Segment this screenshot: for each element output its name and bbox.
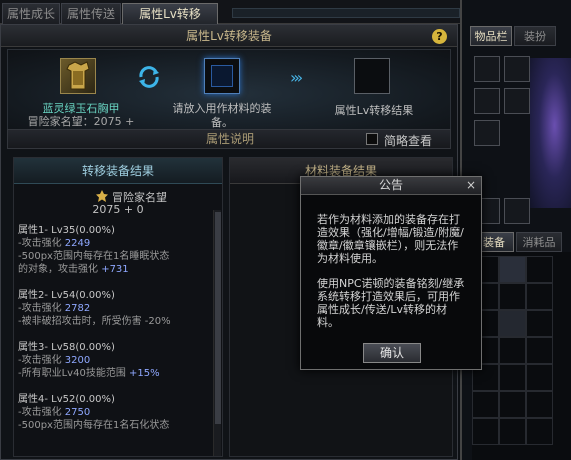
equip-slot-accessory[interactable] bbox=[504, 198, 530, 224]
equip-slot-bottom[interactable] bbox=[504, 88, 530, 114]
attribute-head: 属性1- Lv35(0.00%) bbox=[18, 225, 115, 236]
attribute-block: 属性4- Lv52(0.00%) -攻击强化 2750 -500px范围内每存在… bbox=[18, 393, 210, 432]
attribute-line: -攻击强化 3200 bbox=[18, 355, 91, 366]
result-scrollbar[interactable] bbox=[213, 210, 221, 456]
inventory-cell[interactable] bbox=[499, 283, 526, 310]
tab-bar: 属性成长 属性传送 属性Lv转移 bbox=[0, 0, 460, 24]
dialog-body: 若作为材料添加的装备存在打造效果（强化/增幅/锻造/附魔/徽章/徽章镶嵌栏），则… bbox=[317, 213, 469, 341]
inventory-cell[interactable] bbox=[499, 337, 526, 364]
inventory-cell[interactable] bbox=[526, 283, 553, 310]
inventory-cell[interactable] bbox=[499, 364, 526, 391]
fame-value: 2075 + 0 bbox=[92, 203, 144, 216]
result-slot bbox=[354, 58, 390, 94]
equip-slot-weapon[interactable] bbox=[474, 56, 500, 82]
attribute-list: 属性1- Lv35(0.00%) -攻击强化 2249 -500px范围内每存在… bbox=[18, 224, 210, 445]
arrow-right-icon: ››› bbox=[290, 68, 303, 87]
attribute-line: 的对象，攻击强化 +731 bbox=[18, 264, 129, 275]
attribute-head: 属性2- Lv54(0.00%) bbox=[18, 290, 115, 301]
material-hint: 请放入用作材料的装备。 bbox=[172, 102, 272, 129]
transfer-swirl-icon bbox=[139, 66, 159, 88]
dialog-title: 公告 bbox=[301, 177, 481, 195]
chest-armor-icon bbox=[66, 61, 90, 90]
material-slot-inner bbox=[211, 65, 233, 87]
attribute-line: -所有职业Lv40技能范围 +15% bbox=[18, 368, 160, 379]
brief-view-checkbox[interactable] bbox=[366, 133, 378, 145]
tab-inventory[interactable]: 物品栏 bbox=[470, 26, 512, 46]
close-icon[interactable]: × bbox=[465, 177, 477, 194]
top-decor-strip bbox=[232, 8, 460, 18]
equipment-slot[interactable] bbox=[60, 58, 96, 94]
dialog-paragraph: 若作为材料添加的装备存在打造效果（强化/增幅/锻造/附魔/徽章/徽章镶嵌栏），则… bbox=[317, 213, 464, 265]
attribute-line: -500px范围内每存在1名睡眠状态 bbox=[18, 251, 170, 262]
inventory-cell[interactable] bbox=[526, 256, 553, 283]
fame-icon bbox=[96, 190, 108, 202]
character-portrait bbox=[530, 58, 571, 208]
tab-attribute-lv-transfer[interactable]: 属性Lv转移 bbox=[122, 3, 218, 24]
attribute-block: 属性1- Lv35(0.00%) -攻击强化 2249 -500px范围内每存在… bbox=[18, 224, 210, 276]
inventory-cell[interactable] bbox=[526, 337, 553, 364]
tab-attribute-growth[interactable]: 属性成长 bbox=[2, 3, 60, 24]
result-label: 属性Lv转移结果 bbox=[334, 104, 414, 117]
help-icon[interactable]: ? bbox=[432, 29, 447, 44]
material-slot[interactable] bbox=[204, 58, 240, 94]
inventory-cell[interactable] bbox=[472, 418, 499, 445]
inventory-cell[interactable] bbox=[526, 391, 553, 418]
transfer-area: ››› 蓝灵绿玉石胸甲 冒险家名望：2075 + 0 请放入用作材料的装备。 属… bbox=[7, 49, 451, 142]
inventory-cell[interactable] bbox=[526, 310, 553, 337]
result-column: 转移装备结果 冒险家名望 2075 + 0 属性1- Lv35(0.00%) -… bbox=[13, 157, 223, 457]
inventory-grid bbox=[472, 252, 571, 460]
brief-view-label[interactable]: 简略查看 bbox=[384, 132, 432, 149]
scrollbar-thumb[interactable] bbox=[215, 212, 221, 424]
equip-slot-belt[interactable] bbox=[474, 120, 500, 146]
tab-avatar[interactable]: 装扮 bbox=[514, 26, 556, 46]
attribute-line: -攻击强化 2249 bbox=[18, 238, 91, 249]
result-column-title: 转移装备结果 bbox=[14, 158, 222, 184]
attribute-line: -攻击强化 2750 bbox=[18, 407, 91, 418]
description-bar: 属性说明 简略查看 bbox=[7, 129, 451, 149]
equip-slot-top[interactable] bbox=[504, 56, 530, 82]
tab-attribute-transfer[interactable]: 属性传送 bbox=[61, 3, 121, 24]
equip-slot-shoulder[interactable] bbox=[474, 88, 500, 114]
inventory-cell[interactable] bbox=[472, 391, 499, 418]
inventory-item-armor[interactable] bbox=[499, 310, 526, 337]
inventory-cell[interactable] bbox=[526, 418, 553, 445]
attribute-block: 属性2- Lv54(0.00%) -攻击强化 2782 -被非破招攻击时，所受伤… bbox=[18, 289, 210, 328]
attribute-line: -攻击强化 2782 bbox=[18, 303, 91, 314]
attribute-head: 属性3- Lv58(0.00%) bbox=[18, 342, 115, 353]
attribute-head: 属性4- Lv52(0.00%) bbox=[18, 394, 115, 405]
inventory-cell[interactable] bbox=[526, 364, 553, 391]
tab-consumables[interactable]: 消耗品 bbox=[516, 232, 562, 252]
inventory-item-armor[interactable] bbox=[499, 256, 526, 283]
panel-title: 属性Lv转移装备 bbox=[1, 25, 457, 47]
attribute-line: -500px范围内每存在1名石化状态 bbox=[18, 420, 170, 431]
notice-dialog: 公告 × 若作为材料添加的装备存在打造效果（强化/增幅/锻造/附魔/徽章/徽章镶… bbox=[300, 176, 482, 370]
confirm-button[interactable]: 确认 bbox=[363, 343, 421, 363]
inventory-cell[interactable] bbox=[499, 391, 526, 418]
attribute-block: 属性3- Lv58(0.00%) -攻击强化 3200 -所有职业Lv40技能范… bbox=[18, 341, 210, 380]
dialog-paragraph: 使用NPC诺顿的装备铭刻/继承系统转移打造效果后，可用作属性成长/传送/Lv转移… bbox=[317, 277, 465, 329]
inventory-cell[interactable] bbox=[499, 418, 526, 445]
attribute-line: -被非破招攻击时，所受伤害 -20% bbox=[18, 316, 171, 327]
